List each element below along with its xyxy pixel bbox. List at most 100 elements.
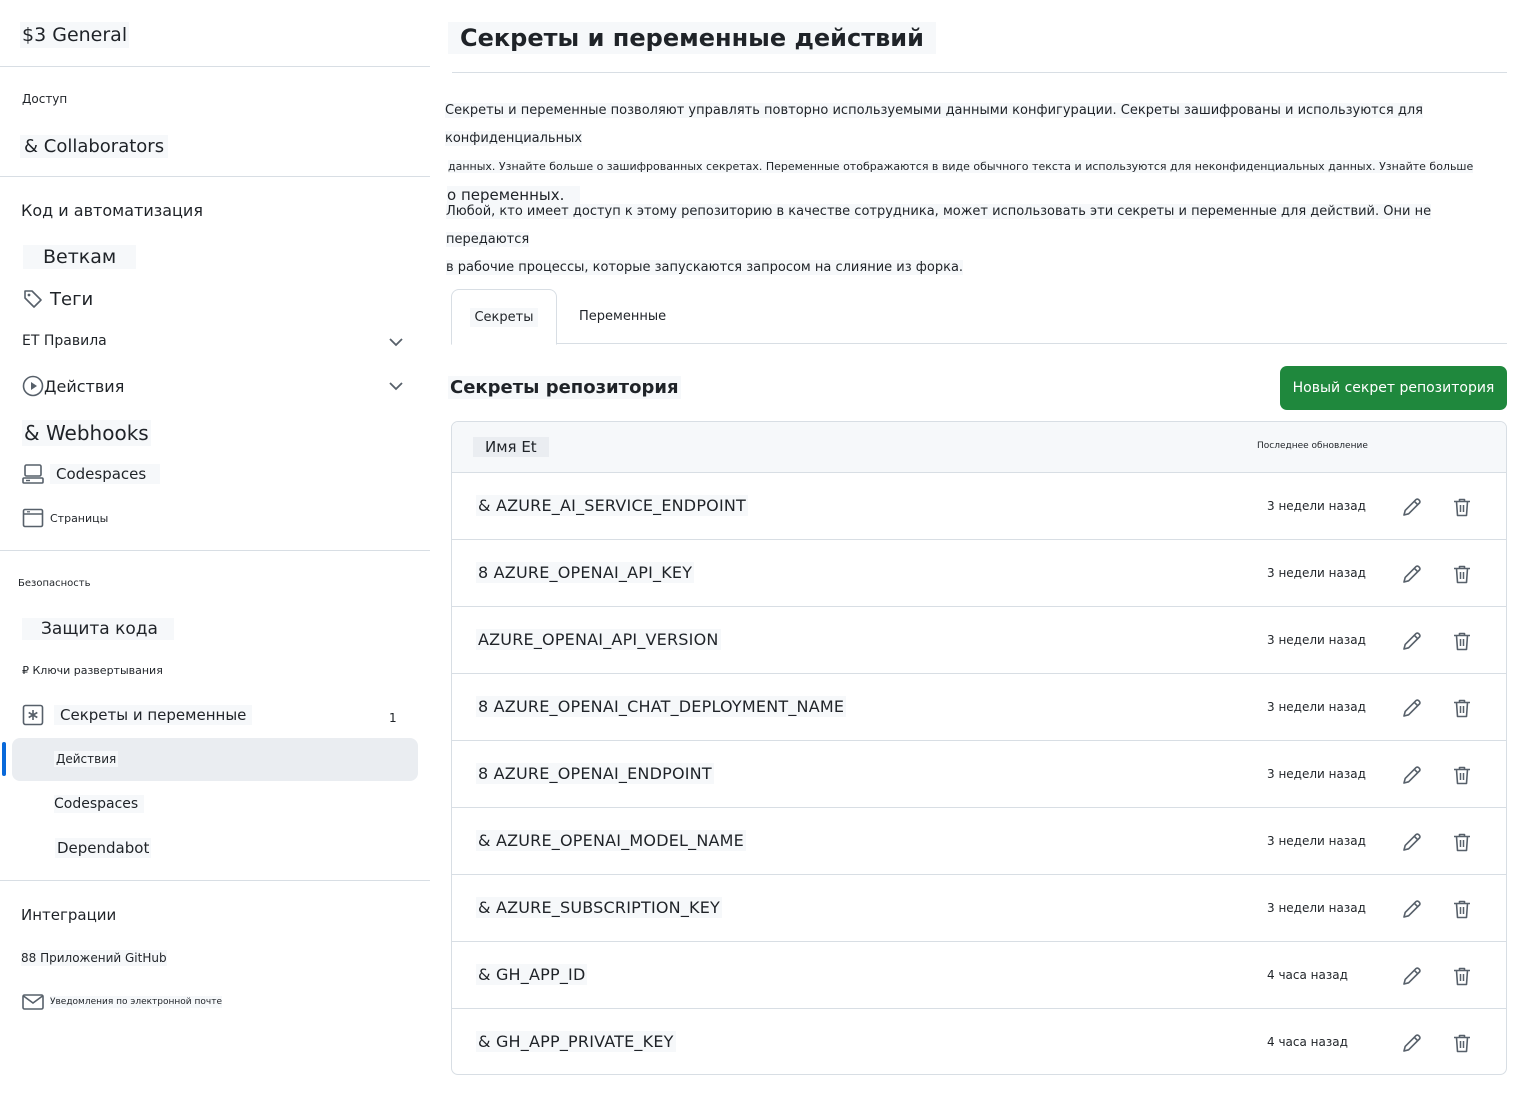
sidebar-item-label: ЕТ Правила xyxy=(22,333,107,349)
sidebar-item-label: Действия xyxy=(44,376,125,396)
sidebar-item-label: Страницы xyxy=(50,511,109,525)
pencil-icon xyxy=(1403,1034,1421,1052)
secrets-count-badge: 1 xyxy=(389,711,397,725)
table-row: & AZURE_AI_SERVICE_ENDPOINT 3 недели наз… xyxy=(452,473,1506,540)
pencil-icon xyxy=(1403,699,1421,717)
secret-updated: 3 недели назад xyxy=(1267,767,1366,781)
sidebar-item-label: & Collaborators xyxy=(20,135,169,158)
sidebar-item-label: Codespaces xyxy=(50,464,161,484)
edit-secret-button[interactable] xyxy=(1398,694,1426,722)
table-row: & AZURE_OPENAI_MODEL_NAME 3 недели назад xyxy=(452,808,1506,875)
delete-secret-button[interactable] xyxy=(1448,627,1476,655)
trash-icon xyxy=(1454,498,1470,517)
delete-secret-button[interactable] xyxy=(1448,895,1476,923)
edit-secret-button[interactable] xyxy=(1398,493,1426,521)
description-secrets: Секреты и переменные позволяют управлять… xyxy=(445,97,1510,209)
tab-secrets[interactable]: Секреты xyxy=(451,289,557,345)
sidebar-item-branches[interactable]: Веткам xyxy=(23,245,137,269)
sidebar-subitem-actions[interactable]: Действия xyxy=(54,751,119,767)
trash-icon xyxy=(1454,766,1470,785)
sidebar-item-label: Секреты и переменные xyxy=(54,705,253,725)
active-item-indicator xyxy=(2,742,6,776)
sidebar-item-email-notifications[interactable]: Уведомления по электронной почте xyxy=(22,991,222,1013)
tab-bar: Секреты Переменные xyxy=(451,289,1507,345)
secret-updated: 4 часа назад xyxy=(1267,1035,1348,1049)
section-security: Безопасность xyxy=(18,578,91,589)
secret-name: & AZURE_SUBSCRIPTION_KEY xyxy=(476,897,723,918)
column-header-name[interactable]: Имя Et xyxy=(473,437,549,457)
secret-name: & AZURE_OPENAI_MODEL_NAME xyxy=(476,830,746,851)
secrets-table: Имя Et Последнее обновление & AZURE_AI_S… xyxy=(451,421,1507,1075)
delete-secret-button[interactable] xyxy=(1448,1029,1476,1057)
delete-secret-button[interactable] xyxy=(1448,828,1476,856)
sidebar-subitem-dependabot[interactable]: Dependabot xyxy=(55,838,152,858)
section-code-automation: Код и автоматизация xyxy=(21,201,203,220)
description-line: Секреты и переменные позволяют управлять… xyxy=(445,103,1423,146)
delete-secret-button[interactable] xyxy=(1448,962,1476,990)
page-title: Секреты и переменные действий xyxy=(448,22,936,54)
sidebar-item-codespaces[interactable]: Codespaces xyxy=(22,463,161,485)
description-access: Любой, кто имеет доступ к этому репозито… xyxy=(446,198,1511,282)
chevron-down-icon[interactable] xyxy=(386,376,406,396)
tab-label: Переменные xyxy=(579,309,667,324)
new-repository-secret-button[interactable]: Новый секрет репозитория xyxy=(1280,366,1507,410)
description-line: данных. Узнайте больше о зашифрованных с… xyxy=(448,160,1474,173)
settings-sidebar: $3 General Доступ & Collaborators Код и … xyxy=(0,0,430,1097)
sidebar-item-actions[interactable]: Действия xyxy=(22,375,124,397)
pencil-icon xyxy=(1403,498,1421,516)
edit-secret-button[interactable] xyxy=(1398,761,1426,789)
codespaces-icon xyxy=(22,463,44,485)
sidebar-item-label: Codespaces xyxy=(54,795,145,813)
sidebar-item-tags[interactable]: Теги xyxy=(22,288,93,310)
secret-name: & GH_APP_PRIVATE_KEY xyxy=(476,1031,676,1052)
description-line: в рабочие процессы, которые запускаются … xyxy=(446,260,964,275)
edit-secret-button[interactable] xyxy=(1398,828,1426,856)
edit-secret-button[interactable] xyxy=(1398,560,1426,588)
sidebar-item-code-protection[interactable]: Защита кода xyxy=(22,618,174,640)
sidebar-item-secrets-variables[interactable]: Секреты и переменные xyxy=(22,704,253,726)
sidebar-item-label: Dependabot xyxy=(55,838,152,858)
sidebar-item-label: Веткам xyxy=(23,245,137,269)
trash-icon xyxy=(1454,1034,1470,1053)
column-header-updated: Последнее обновление xyxy=(1257,441,1368,451)
play-icon xyxy=(22,375,44,397)
pencil-icon xyxy=(1403,766,1421,784)
sidebar-item-label: Теги xyxy=(50,288,94,310)
section-integrations: Интеграции xyxy=(21,906,117,924)
edit-secret-button[interactable] xyxy=(1398,627,1426,655)
secret-name: 8 AZURE_OPENAI_CHAT_DEPLOYMENT_NAME xyxy=(476,696,847,717)
browser-icon xyxy=(22,507,44,529)
sidebar-item-deploy-keys[interactable]: ₽ Ключи развертывания xyxy=(22,664,163,677)
delete-secret-button[interactable] xyxy=(1448,761,1476,789)
tab-variables[interactable]: Переменные xyxy=(579,289,666,344)
table-row: & AZURE_SUBSCRIPTION_KEY 3 недели назад xyxy=(452,875,1506,942)
sidebar-item-pages[interactable]: Страницы xyxy=(22,507,108,529)
delete-secret-button[interactable] xyxy=(1448,560,1476,588)
sidebar-divider xyxy=(0,66,430,67)
edit-secret-button[interactable] xyxy=(1398,962,1426,990)
chevron-down-icon[interactable] xyxy=(386,332,406,352)
edit-secret-button[interactable] xyxy=(1398,895,1426,923)
secret-updated: 3 недели назад xyxy=(1267,499,1366,513)
sidebar-divider xyxy=(0,176,430,177)
sidebar-item-rules[interactable]: ЕТ Правила xyxy=(22,333,107,349)
mail-icon xyxy=(22,991,44,1013)
sidebar-item-collaborators[interactable]: & Collaborators xyxy=(20,135,169,158)
delete-secret-button[interactable] xyxy=(1448,493,1476,521)
description-line: Любой, кто имеет доступ к этому репозито… xyxy=(446,204,1432,247)
main-content: Секреты и переменные действий Секреты и … xyxy=(440,0,1523,1097)
sidebar-item-github-apps[interactable]: 88 Приложений GitHub xyxy=(21,950,167,966)
edit-secret-button[interactable] xyxy=(1398,1029,1426,1057)
table-row: 8 AZURE_OPENAI_ENDPOINT 3 недели назад xyxy=(452,741,1506,808)
sidebar-item-label: Уведомления по электронной почте xyxy=(50,996,222,1008)
sidebar-item-label: Защита кода xyxy=(22,618,174,640)
delete-secret-button[interactable] xyxy=(1448,694,1476,722)
secret-name: & GH_APP_ID xyxy=(476,964,588,985)
table-row: AZURE_OPENAI_API_VERSION 3 недели назад xyxy=(452,607,1506,674)
sidebar-item-webhooks[interactable]: & Webhooks xyxy=(22,420,151,446)
sidebar-item-label: & Webhooks xyxy=(22,420,151,446)
pencil-icon xyxy=(1403,900,1421,918)
tab-label: Секреты xyxy=(470,307,538,327)
sidebar-subitem-codespaces[interactable]: Codespaces xyxy=(54,795,145,813)
table-row: & GH_APP_PRIVATE_KEY 4 часа назад xyxy=(452,1009,1506,1074)
